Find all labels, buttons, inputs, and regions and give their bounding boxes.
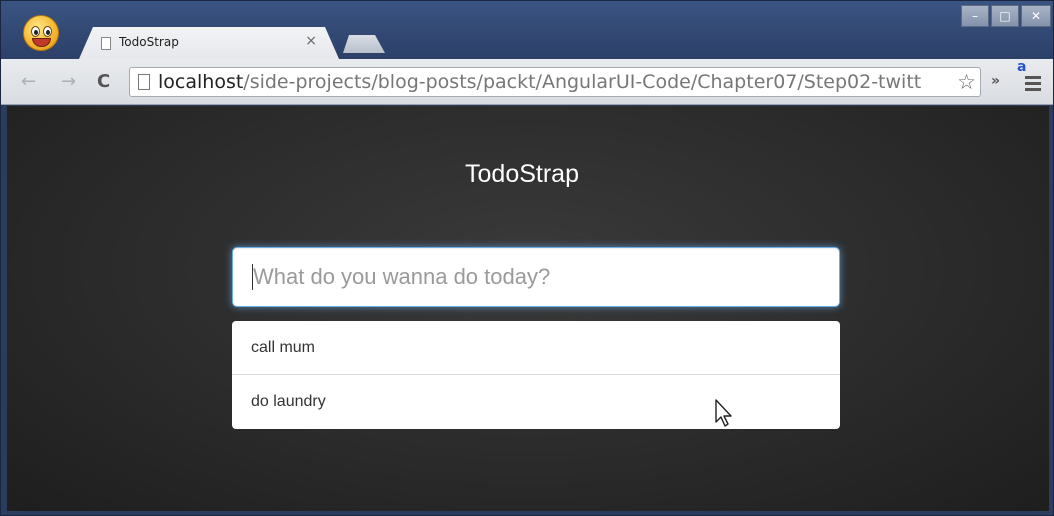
maximize-button[interactable]: □ [991,5,1019,27]
url-text[interactable]: localhost/side-projects/blog-posts/packt… [158,71,921,93]
tab-title: TodoStrap [119,35,179,49]
forward-arrow-icon[interactable]: → [61,71,76,92]
todo-item[interactable]: call mum [232,321,840,375]
profile-avatar-icon[interactable] [23,15,59,51]
address-bar[interactable]: localhost/side-projects/blog-posts/packt… [129,67,981,97]
bookmark-star-icon[interactable]: ☆ [955,70,976,94]
todo-list: call mum do laundry [232,321,840,429]
browser-toolbar: ← → C localhost/side-projects/blog-posts… [1,59,1053,105]
close-window-button[interactable]: ✕ [1021,5,1051,27]
page-favicon-icon [101,37,111,50]
mouse-cursor-icon [715,399,732,427]
tab-todostrap[interactable]: TodoStrap × [79,27,339,59]
minimize-button[interactable]: – [961,5,989,27]
reload-icon[interactable]: C [97,71,110,92]
browser-window: TodoStrap × – □ ✕ ← → C localhost/side-p… [0,0,1054,516]
text-caret [252,264,253,290]
extension-badge-icon[interactable]: a [1017,59,1026,75]
todo-item[interactable]: do laundry [232,375,840,429]
chrome-menu-icon[interactable] [1025,76,1041,94]
todo-input[interactable] [232,247,840,307]
extensions-chevron-icon[interactable]: » [991,73,1000,89]
tab-strip: TodoStrap × – □ ✕ [1,1,1053,59]
page-title: TodoStrap [465,160,579,188]
url-host: localhost [158,71,244,93]
url-path: /side-projects/blog-posts/packt/AngularU… [243,71,922,93]
page-content: TodoStrap call mum do laundry [7,106,1049,511]
page-icon [138,74,150,90]
back-arrow-icon[interactable]: ← [21,71,36,92]
tab-close-icon[interactable]: × [305,33,317,49]
new-tab-button[interactable] [343,35,385,53]
